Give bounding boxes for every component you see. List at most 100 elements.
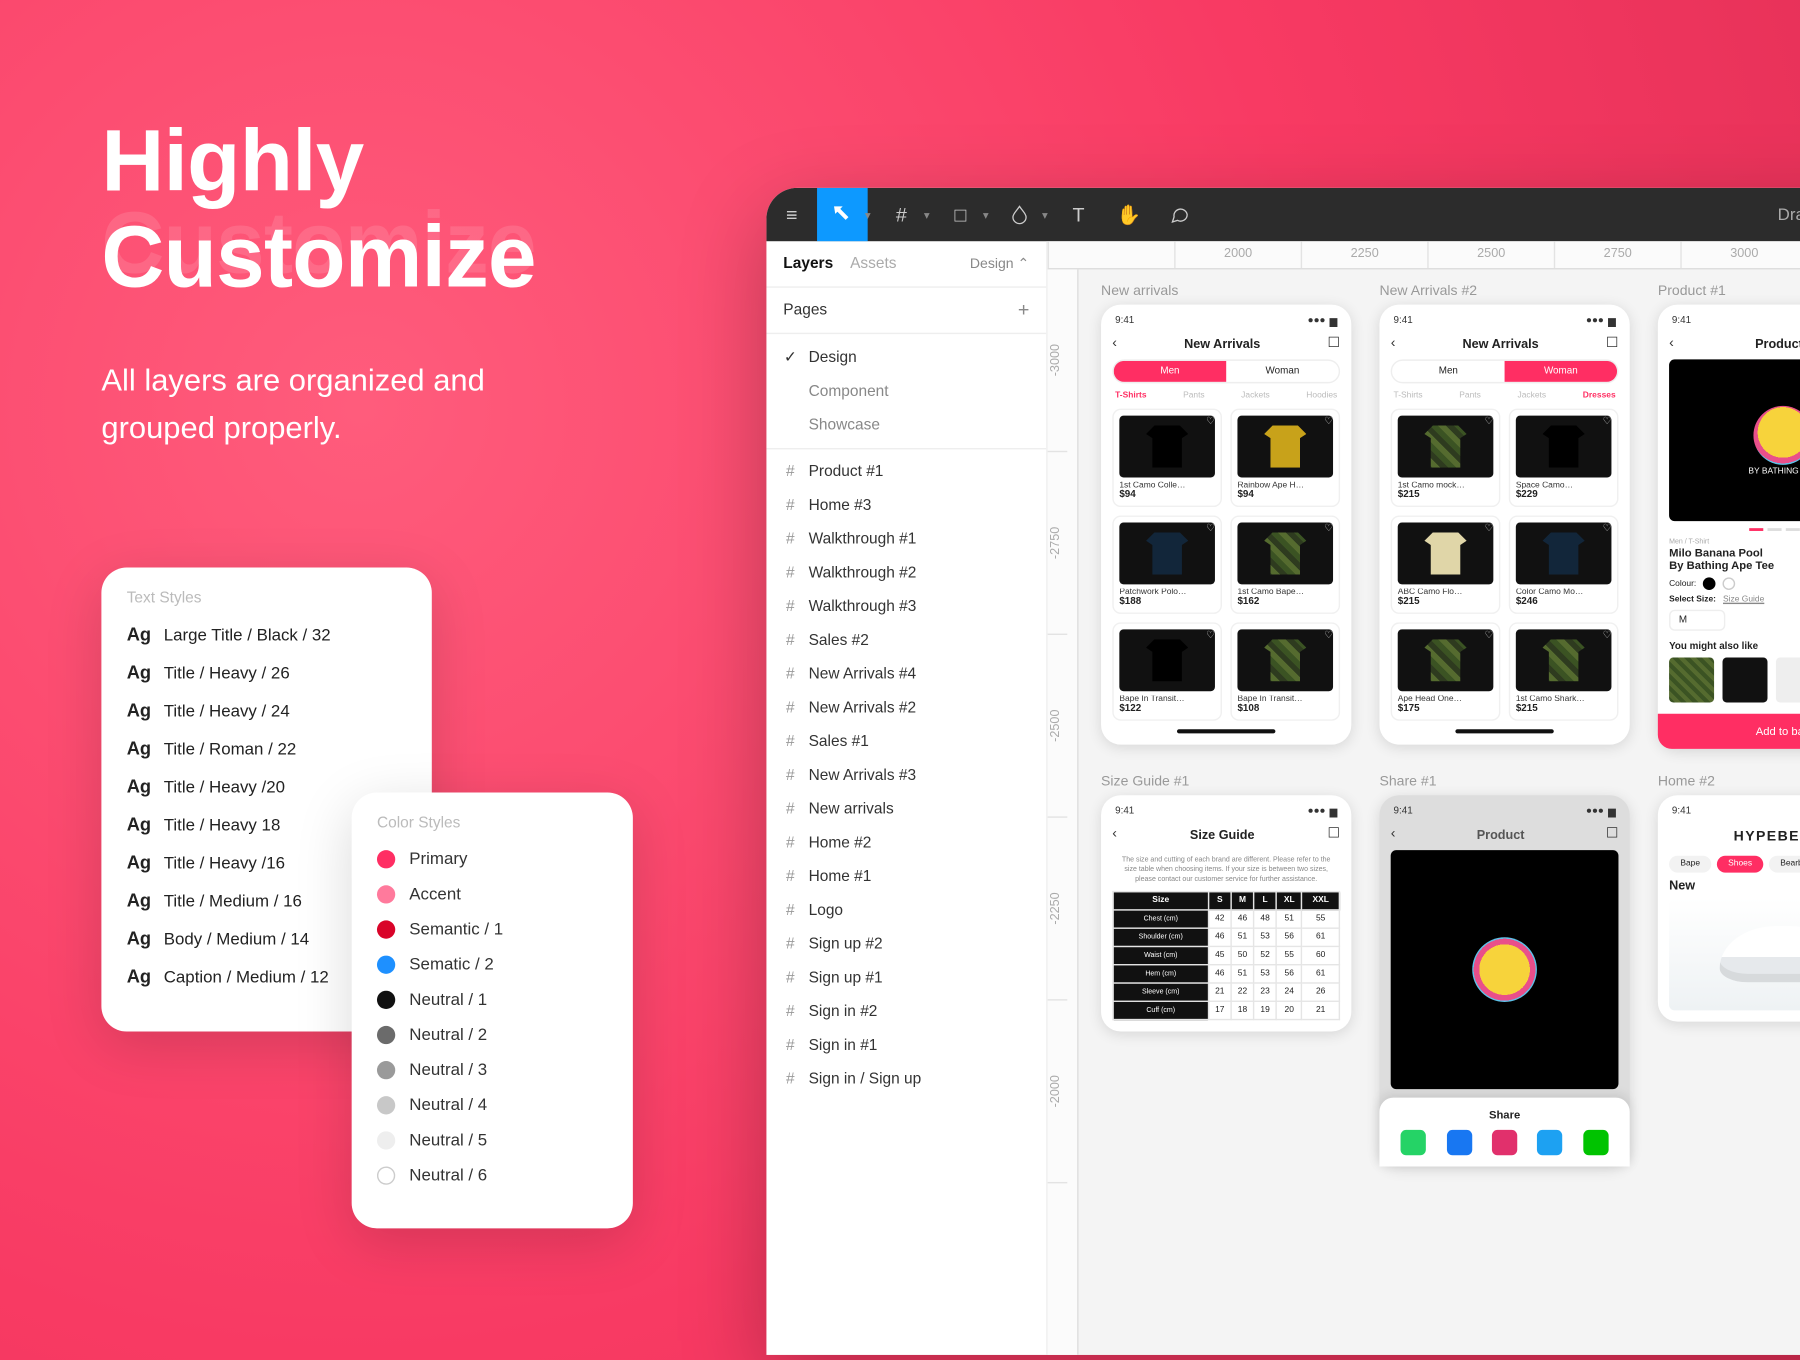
text-style-row[interactable]: AgTitle / Heavy / 26 (127, 662, 407, 683)
frame-size-guide[interactable]: Size Guide #1 9:41●●●▆ ‹Size Guide☐ The … (1101, 775, 1351, 1167)
heart-icon[interactable]: ♡ (1324, 416, 1333, 427)
product-card[interactable]: ♡ Bape In Transit…$108 (1230, 622, 1340, 720)
page-item[interactable]: ✓Design (766, 340, 1046, 375)
chevron-down-icon[interactable]: ▾ (859, 208, 876, 221)
headline: Customize HighlyCustomize (101, 115, 535, 307)
heart-icon[interactable]: ♡ (1206, 416, 1215, 427)
menu-icon[interactable]: ≡ (766, 188, 817, 241)
hand-tool-icon[interactable]: ✋ (1104, 188, 1155, 241)
product-card[interactable]: ♡ 1st Camo Bape…$162 (1230, 515, 1340, 613)
frame-item[interactable]: New arrivals (766, 792, 1046, 826)
product-card[interactable]: ♡ ABC Camo Flo…$215 (1391, 515, 1501, 613)
product-card[interactable]: ♡ 1st Camo Shark…$215 (1509, 622, 1619, 720)
frame-item[interactable]: Sales #2 (766, 624, 1046, 658)
frame-share[interactable]: Share #1 9:41●●●▆ ‹Product☐ Share (1379, 775, 1629, 1167)
breadcrumb[interactable]: Drafts / Untitled ⌄ (1778, 205, 1800, 225)
size-select[interactable]: M (1669, 610, 1725, 631)
product-card[interactable]: ♡ 1st Camo mock…$215 (1391, 409, 1501, 507)
facebook-icon[interactable] (1446, 1130, 1471, 1155)
category-chips[interactable]: BapeShoesBearbri (1669, 856, 1800, 873)
color-style-row[interactable]: Accent (377, 884, 608, 904)
tab-assets[interactable]: Assets (850, 255, 896, 272)
heart-icon[interactable]: ♡ (1324, 629, 1333, 640)
chevron-down-icon[interactable]: ▾ (1036, 208, 1053, 221)
heart-icon[interactable]: ♡ (1206, 629, 1215, 640)
heart-icon[interactable]: ♡ (1485, 416, 1494, 427)
heart-icon[interactable]: ♡ (1603, 629, 1612, 640)
frame-item[interactable]: Sales #1 (766, 725, 1046, 759)
share-sheet: Share (1379, 1098, 1629, 1167)
frame-item[interactable]: New Arrivals #4 (766, 658, 1046, 692)
frame-home-2[interactable]: Home #2 9:41●●●▆ HYPEBEAST BapeShoesBear… (1658, 775, 1800, 1167)
heart-icon[interactable]: ♡ (1603, 416, 1612, 427)
frame-item[interactable]: Walkthrough #3 (766, 590, 1046, 624)
product-card[interactable]: ♡ Color Camo Mo…$246 (1509, 515, 1619, 613)
whatsapp-icon[interactable] (1401, 1130, 1426, 1155)
frame-item[interactable]: Walkthrough #2 (766, 556, 1046, 590)
product-card[interactable]: ♡ Ape Head One…$175 (1391, 622, 1501, 720)
brand-logo: HYPEBEAST (1669, 824, 1800, 851)
gender-toggle[interactable]: MenWoman (1112, 359, 1340, 383)
text-style-row[interactable]: AgTitle / Heavy /20 (127, 776, 407, 797)
add-page-icon[interactable]: + (1018, 302, 1030, 319)
back-icon[interactable]: ‹ (1112, 336, 1117, 351)
color-style-row[interactable]: Semantic / 1 (377, 919, 608, 939)
product-card[interactable]: ♡ 1st Camo Colle…$94 (1112, 409, 1222, 507)
heart-icon[interactable]: ♡ (1485, 523, 1494, 534)
frame-item[interactable]: New Arrivals #2 (766, 691, 1046, 725)
comment-tool-icon[interactable] (1154, 188, 1205, 241)
tab-layers[interactable]: Layers (783, 255, 833, 272)
color-style-row[interactable]: Neutral / 1 (377, 989, 608, 1009)
frame-item[interactable]: Home #3 (766, 489, 1046, 523)
instagram-icon[interactable] (1492, 1130, 1517, 1155)
frame-item[interactable]: Sign in #2 (766, 995, 1046, 1029)
shoe-image (1669, 898, 1800, 1010)
line-icon[interactable] (1583, 1130, 1608, 1155)
canvas[interactable]: 200022502500275030003250 -3000-2750-2500… (1048, 241, 1800, 1355)
chevron-down-icon[interactable]: ▾ (918, 208, 935, 221)
heart-icon[interactable]: ♡ (1603, 523, 1612, 534)
page-selector[interactable]: Design ⌃ (970, 256, 1029, 271)
twitter-icon[interactable] (1537, 1130, 1562, 1155)
frame-item[interactable]: Sign in #1 (766, 1029, 1046, 1063)
product-card[interactable]: ♡ Space Camo…$229 (1509, 409, 1619, 507)
chevron-down-icon[interactable]: ▾ (977, 208, 994, 221)
page-item[interactable]: Component (766, 375, 1046, 409)
frame-new-arrivals-2[interactable]: New Arrivals #2 9:41●●●▆ ‹New Arrivals☐ … (1379, 284, 1629, 750)
frame-item[interactable]: Logo (766, 894, 1046, 928)
frame-new-arrivals[interactable]: New arrivals 9:41●●●▆ ‹New Arrivals☐ Men… (1101, 284, 1351, 750)
product-card[interactable]: ♡ Rainbow Ape H…$94 (1230, 409, 1340, 507)
product-card[interactable]: ♡ Bape In Transit…$122 (1112, 622, 1222, 720)
card-title: Text Styles (127, 590, 407, 607)
color-style-row[interactable]: Neutral / 5 (377, 1130, 608, 1150)
app-toolbar: ≡ ▾ #▾ □▾ ▾ T ✋ Drafts / Untitled ⌄ (766, 188, 1800, 241)
frame-item[interactable]: Sign up #2 (766, 927, 1046, 961)
heart-icon[interactable]: ♡ (1324, 523, 1333, 534)
frame-item[interactable]: Product #1 (766, 455, 1046, 489)
text-tool-icon[interactable]: T (1053, 188, 1104, 241)
add-to-bag-button[interactable]: Add to bag (1658, 714, 1800, 749)
card-title: Color Styles (377, 815, 608, 832)
color-style-row[interactable]: Sematic / 2 (377, 954, 608, 974)
heart-icon[interactable]: ♡ (1485, 629, 1494, 640)
frame-item[interactable]: Home #2 (766, 826, 1046, 860)
product-card[interactable]: ♡ Patchwork Polo…$188 (1112, 515, 1222, 613)
text-style-row[interactable]: AgTitle / Heavy / 24 (127, 700, 407, 721)
heart-icon[interactable]: ♡ (1206, 523, 1215, 534)
page-item[interactable]: Showcase (766, 409, 1046, 443)
frame-item[interactable]: Sign up #1 (766, 961, 1046, 995)
frame-item[interactable]: Walkthrough #1 (766, 523, 1046, 557)
color-style-row[interactable]: Neutral / 6 (377, 1165, 608, 1185)
frame-item[interactable]: Home #1 (766, 860, 1046, 894)
bag-icon[interactable]: ☐ (1327, 336, 1340, 351)
color-style-row[interactable]: Primary (377, 849, 608, 869)
color-style-row[interactable]: Neutral / 3 (377, 1060, 608, 1080)
frame-product-1[interactable]: Product #1 9:41●●●▆ ‹Product☐ BY BATHING… (1658, 284, 1800, 750)
text-style-row[interactable]: AgTitle / Roman / 22 (127, 738, 407, 759)
text-style-row[interactable]: AgLarge Title / Black / 32 (127, 624, 407, 645)
color-style-row[interactable]: Neutral / 2 (377, 1024, 608, 1044)
frame-item[interactable]: New Arrivals #3 (766, 759, 1046, 793)
frame-item[interactable]: Sign in / Sign up (766, 1062, 1046, 1096)
color-style-row[interactable]: Neutral / 4 (377, 1095, 608, 1115)
color-styles-card: Color Styles Primary Accent Semantic / 1 Se… (352, 792, 633, 1228)
